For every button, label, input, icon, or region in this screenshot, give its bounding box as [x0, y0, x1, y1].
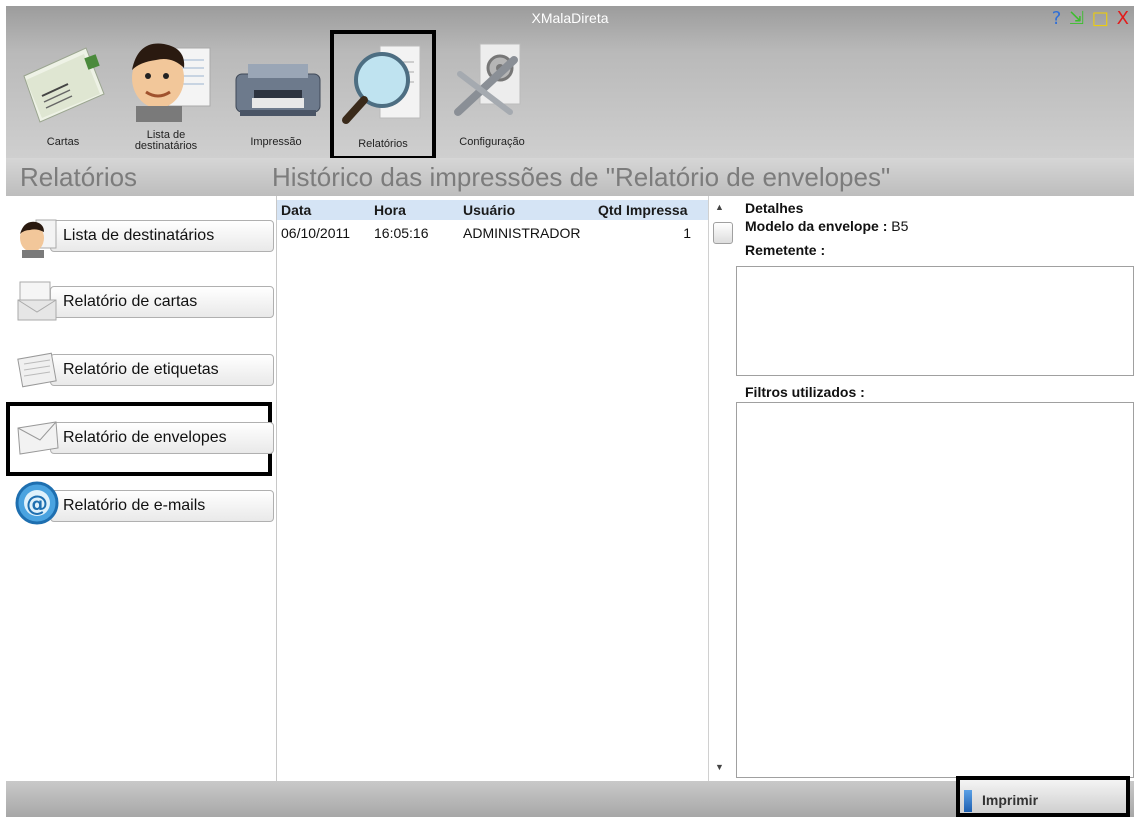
modelo-value: B5: [891, 218, 909, 234]
at-sign-icon: @: [15, 481, 59, 525]
page-title: Histórico das impressões de "Relatório d…: [272, 162, 891, 192]
scroll-thumb[interactable]: [713, 222, 733, 244]
sidebar-item-relatorio-envelopes[interactable]: Relatório de envelopes: [50, 422, 274, 454]
label-sheet-icon: [17, 352, 57, 388]
cell-usuario: ADMINISTRADOR: [463, 225, 581, 241]
printer-icon: [235, 64, 321, 116]
person-list-icon: [132, 43, 211, 122]
window-title: XMalaDireta: [531, 10, 609, 26]
sidebar-item-lista-destinatarios[interactable]: Lista de destinatários: [50, 220, 274, 252]
details-panel: Detalhes Modelo da envelope : B5 Remeten…: [736, 196, 1134, 781]
details-title: Detalhes: [745, 200, 804, 216]
close-icon[interactable]: X: [1117, 8, 1130, 29]
sidebar-item-relatorio-cartas[interactable]: Relatório de cartas: [50, 286, 274, 318]
sidebar-item-label: Lista de destinatários: [63, 227, 215, 244]
minimize-icon[interactable]: ⇲: [1069, 8, 1085, 29]
print-button-accent: [964, 790, 972, 812]
envelope-icon: [17, 421, 59, 455]
column-header-usuario[interactable]: Usuário: [463, 200, 515, 220]
print-button[interactable]: Imprimir: [956, 776, 1130, 817]
sidebar-item-label: Relatório de envelopes: [63, 429, 227, 446]
print-button-label: Imprimir: [982, 792, 1039, 808]
filtros-field[interactable]: [736, 402, 1134, 778]
column-header-data[interactable]: Data: [281, 200, 311, 220]
toolbar-cartas-button[interactable]: Cartas: [16, 34, 110, 154]
reports-sidebar: Lista de destinatários Relatório de cart…: [6, 196, 274, 781]
table-header: Data Hora Usuário Qtd Impressa: [277, 200, 709, 220]
help-icon[interactable]: ?: [1052, 8, 1063, 29]
letter-icon: [17, 281, 57, 321]
cell-qtd: 1: [683, 225, 691, 241]
toolbar-impressao-label: Impressão: [250, 136, 302, 148]
toolbar-impressao-button[interactable]: Impressão: [226, 34, 326, 154]
print-history-table: Data Hora Usuário Qtd Impressa 06/10/201…: [276, 196, 709, 781]
table-scrollbar[interactable]: ▲ ▼: [708, 196, 735, 781]
cell-hora: 16:05:16: [374, 225, 429, 241]
column-header-qtd-impressa[interactable]: Qtd Impressa: [598, 200, 687, 220]
sidebar-item-label: Relatório de cartas: [63, 293, 198, 310]
sidebar-item-label: Relatório de etiquetas: [63, 361, 219, 378]
sidebar-item-relatorio-etiquetas[interactable]: Relatório de etiquetas: [50, 354, 274, 386]
maximize-icon[interactable]: □: [1092, 8, 1110, 29]
remetente-label: Remetente :: [745, 242, 826, 258]
toolbar-configuracao-label: Configuração: [459, 136, 525, 148]
settings-tools-icon: [454, 43, 521, 116]
toolbar-lista-destinatarios-button[interactable]: Lista de destinatários: [116, 34, 216, 154]
cell-data: 06/10/2011: [281, 225, 351, 241]
toolbar-configuracao-button[interactable]: Configuração: [444, 34, 540, 154]
sidebar-title: Relatórios: [20, 162, 138, 192]
modelo-label: Modelo da envelope : B5: [745, 218, 909, 234]
remetente-field[interactable]: [736, 266, 1134, 376]
letters-icon: [23, 47, 105, 123]
sidebar-item-label: Relatório de e-mails: [63, 497, 206, 514]
window-controls: ? ⇲ □ X: [1052, 8, 1130, 29]
toolbar-cartas-label: Cartas: [46, 136, 80, 148]
toolbar-relatorios-button[interactable]: Relatórios: [330, 30, 436, 160]
magnifier-report-icon: [342, 45, 421, 124]
scroll-up-icon[interactable]: ▲: [715, 202, 724, 212]
sidebar-item-relatorio-emails[interactable]: Relatório de e-mails: [50, 490, 274, 522]
top-toolbar: XMalaDireta ? ⇲ □ X Cartas Lista de dest…: [6, 6, 1134, 160]
svg-text:@: @: [26, 492, 48, 517]
toolbar-relatorios-label: Relatórios: [358, 138, 408, 150]
person-icon: [20, 219, 57, 258]
scroll-down-icon[interactable]: ▼: [715, 762, 724, 772]
column-header-hora[interactable]: Hora: [374, 200, 406, 220]
filtros-label: Filtros utilizados :: [745, 384, 865, 400]
toolbar-lista-destinatarios-label: Lista de destinatários: [134, 129, 198, 152]
table-row[interactable]: 06/10/2011 16:05:16 ADMINISTRADOR 1: [277, 224, 709, 244]
